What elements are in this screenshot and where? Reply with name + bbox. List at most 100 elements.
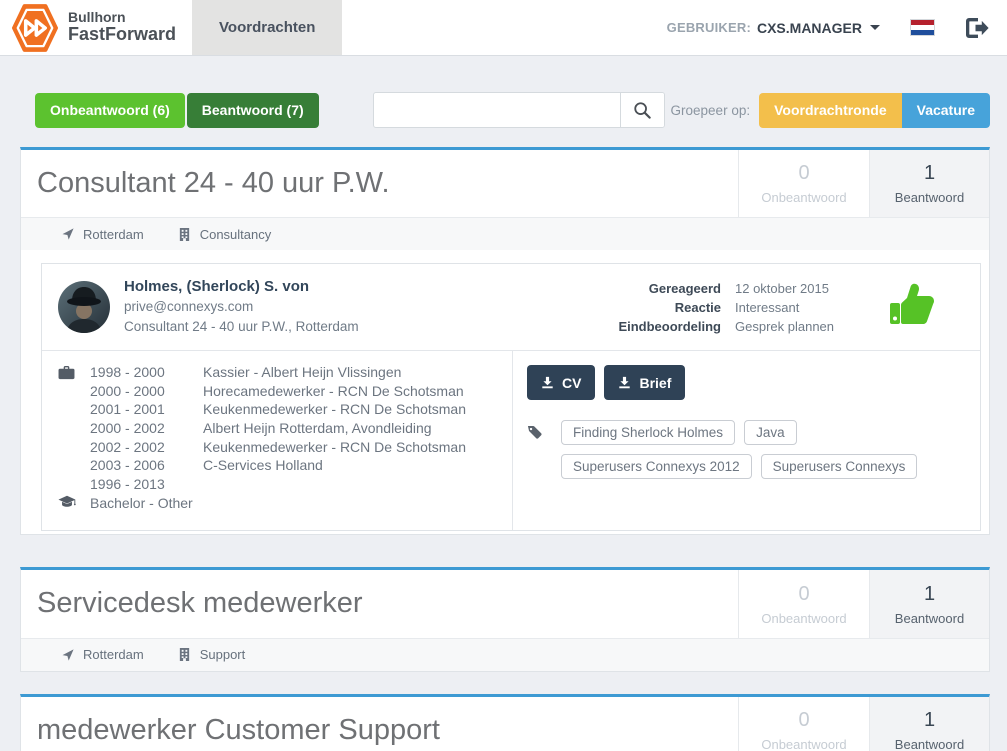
work-title: C-Services Holland (184, 456, 323, 475)
work-title (184, 475, 203, 494)
thumbs-up-rating[interactable] (887, 282, 937, 333)
group-by-round-button[interactable]: Voordrachtronde (759, 93, 902, 128)
work-years: 2002 - 2002 (90, 438, 184, 457)
answered-counter: 1 Beantwoord (869, 150, 989, 217)
fastforward-logo-icon (12, 3, 58, 53)
filter-answered-button[interactable]: Beantwoord (7) (187, 93, 319, 128)
work-years: 2001 - 2001 (90, 400, 184, 419)
vacancy-department: Consultancy (178, 227, 272, 242)
meta-label: Gereageerd (613, 279, 721, 298)
vacancy-meta-bar: Rotterdam Consultancy (21, 217, 989, 250)
vacancy-location: Rotterdam (62, 227, 144, 242)
work-history-section: 1998 - 2000 Kassier - Albert Heijn Vliss… (42, 351, 513, 530)
unanswered-count: 0 (798, 583, 809, 606)
answered-counter: 1 Beantwoord (869, 570, 989, 637)
thumbs-up-icon (887, 282, 937, 328)
work-history-row: 2000 - 2002 Albert Heijn Rotterdam, Avon… (90, 419, 512, 438)
search-box (373, 92, 665, 128)
candidate-meta-row: Reactie Interessant (613, 298, 865, 317)
candidate-meta: Gereageerd 12 oktober 2015 Reactie Inter… (613, 279, 865, 336)
work-history-row: 1996 - 2013 (90, 475, 512, 494)
answered-label: Beantwoord (895, 737, 964, 751)
answered-count: 1 (924, 162, 935, 185)
toolbar: Onbeantwoord (6) Beantwoord (7) Groepeer… (35, 92, 990, 128)
work-title: Keukenmedewerker - RCN De Schotsman (184, 400, 466, 419)
meta-label: Reactie (613, 298, 721, 317)
tag: Superusers Connexys (761, 454, 918, 479)
unanswered-label: Onbeantwoord (761, 737, 846, 751)
filter-unanswered-button[interactable]: Onbeantwoord (6) (35, 93, 185, 128)
work-history-row: 2000 - 2000 Horecamedewerker - RCN De Sc… (90, 382, 512, 401)
work-years: 2000 - 2002 (90, 419, 184, 438)
education: Bachelor - Other (90, 494, 193, 514)
download-icon (541, 376, 554, 389)
tag-icon (527, 425, 542, 440)
top-bar: Bullhorn FastForward Voordrachten GEBRUI… (0, 0, 1007, 56)
dutch-flag-icon[interactable] (910, 19, 935, 36)
location-arrow-icon (62, 228, 74, 240)
graduation-cap-icon (58, 495, 76, 509)
user-menu[interactable]: GEBRUIKER: CXS.MANAGER (667, 20, 880, 36)
work-history-row: 2002 - 2002 Keukenmedewerker - RCN De Sc… (90, 438, 512, 457)
vacancy-meta-bar: Rotterdam Support (21, 638, 989, 671)
work-title: Horecamedewerker - RCN De Schotsman (184, 382, 464, 401)
tag: Java (744, 420, 797, 445)
group-by-label: Groepeer op: (671, 103, 751, 118)
work-history-row: 2003 - 2006 C-Services Holland (90, 456, 512, 475)
work-history-row: 2001 - 2001 Keukenmedewerker - RCN De Sc… (90, 400, 512, 419)
building-icon (178, 647, 191, 662)
vacancy-title: Consultant 24 - 40 uur P.W. (37, 164, 722, 202)
work-history-row: 1998 - 2000 Kassier - Albert Heijn Vliss… (90, 363, 512, 382)
candidate-meta-row: Eindbeoordeling Gesprek plannen (613, 317, 865, 336)
candidate-photo (58, 281, 110, 333)
chevron-down-icon (870, 25, 880, 30)
unanswered-label: Onbeantwoord (761, 190, 846, 205)
unanswered-counter: 0 Onbeantwoord (738, 697, 869, 751)
vacancy-location: Rotterdam (62, 647, 144, 662)
unanswered-label: Onbeantwoord (761, 611, 846, 626)
vacancy-card: Consultant 24 - 40 uur P.W. 0 Onbeantwoo… (20, 147, 990, 535)
work-years: 1998 - 2000 (90, 363, 184, 382)
search-input[interactable] (374, 93, 620, 127)
meta-value: Interessant (735, 298, 865, 317)
unanswered-count: 0 (798, 162, 809, 185)
work-title: Albert Heijn Rotterdam, Avondleiding (184, 419, 432, 438)
candidate-meta-row: Gereageerd 12 oktober 2015 (613, 279, 865, 298)
answered-label: Beantwoord (895, 190, 964, 205)
unanswered-count: 0 (798, 709, 809, 732)
meta-value: Gesprek plannen (735, 317, 865, 336)
work-title: Kassier - Albert Heijn Vlissingen (184, 363, 401, 382)
brand-line1: Bullhorn (68, 10, 176, 25)
avatar (58, 281, 110, 333)
download-cv-button[interactable]: CV (527, 365, 595, 400)
vacancy-header[interactable]: Servicedesk medewerker 0 Onbeantwoord 1 … (21, 570, 989, 637)
work-years: 1996 - 2013 (90, 475, 184, 494)
building-icon (178, 227, 191, 242)
group-by-vacancy-button[interactable]: Vacature (902, 93, 990, 128)
candidate-email: prive@connexys.com (124, 297, 359, 317)
answered-count: 1 (924, 583, 935, 606)
vacancy-header[interactable]: Consultant 24 - 40 uur P.W. 0 Onbeantwoo… (21, 150, 989, 217)
candidate-position: Consultant 24 - 40 uur P.W., Rotterdam (124, 317, 359, 337)
tag: Superusers Connexys 2012 (561, 454, 752, 479)
work-years: 2000 - 2000 (90, 382, 184, 401)
search-icon (633, 101, 651, 119)
answered-count: 1 (924, 709, 935, 732)
unanswered-counter: 0 Onbeantwoord (738, 150, 869, 217)
work-years: 2003 - 2006 (90, 456, 184, 475)
meta-value: 12 oktober 2015 (735, 279, 865, 298)
work-history-list: 1998 - 2000 Kassier - Albert Heijn Vliss… (90, 363, 512, 493)
candidate-card: Holmes, (Sherlock) S. von prive@connexys… (41, 263, 981, 531)
sign-out-icon (965, 17, 989, 39)
search-button[interactable] (620, 93, 664, 127)
vacancy-card: Servicedesk medewerker 0 Onbeantwoord 1 … (20, 567, 990, 671)
download-brief-button[interactable]: Brief (604, 365, 685, 400)
logout-button[interactable] (965, 17, 989, 39)
vacancy-header[interactable]: medewerker Customer Support 0 Onbeantwoo… (21, 697, 989, 751)
meta-label: Eindbeoordeling (613, 317, 721, 336)
app-logo: Bullhorn FastForward (0, 0, 192, 55)
answered-counter: 1 Beantwoord (869, 697, 989, 751)
user-label: GEBRUIKER: (667, 20, 751, 35)
tag-list: Finding Sherlock HolmesJavaSuperusers Co… (561, 420, 964, 479)
tab-voordrachten[interactable]: Voordrachten (192, 0, 342, 55)
